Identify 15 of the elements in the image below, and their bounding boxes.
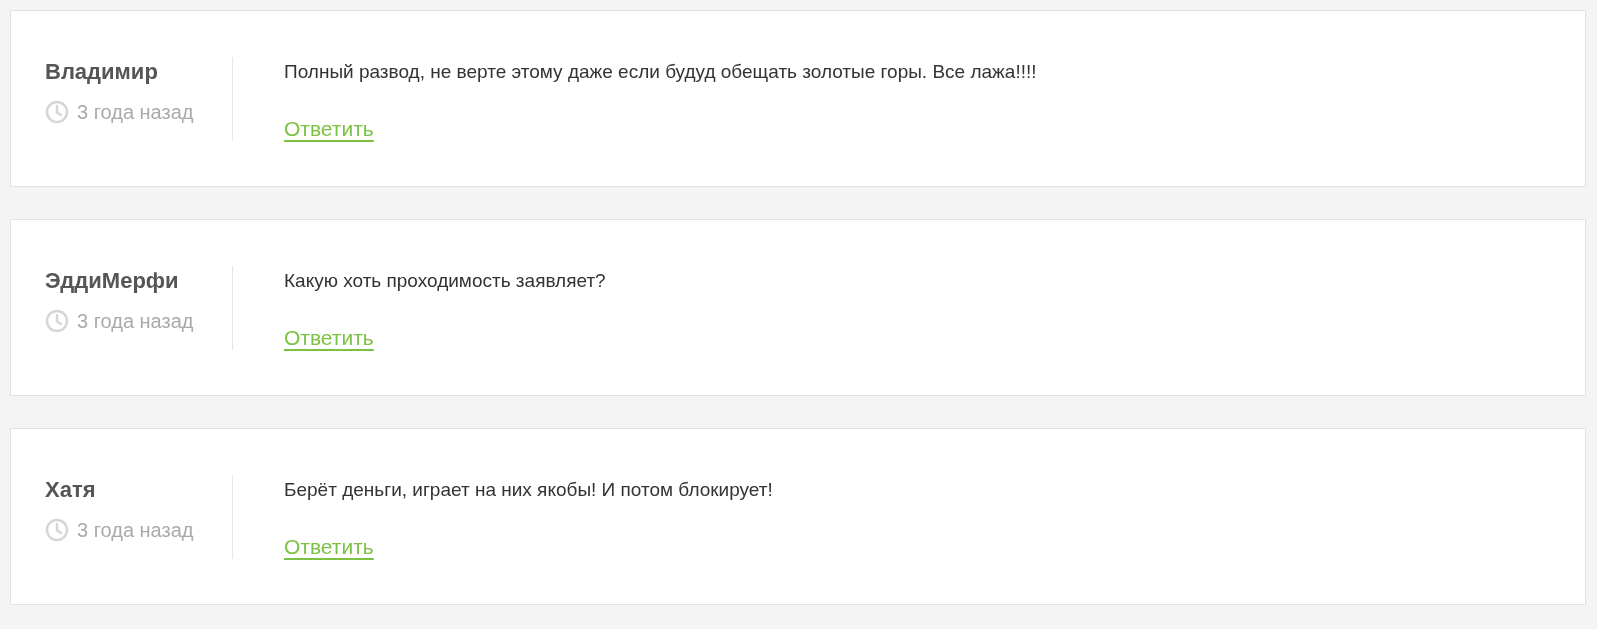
author-name: Владимир [45, 58, 159, 86]
comment-text: Какую хоть проходимость заявляет? [284, 269, 606, 293]
reply-link[interactable]: Ответить [284, 324, 374, 352]
comment-text: Полный развод, не верте этому даже если будуд обещать золотые горы. Все лажа!!!! [284, 60, 1037, 84]
comment-time: 3 года назад [77, 309, 194, 334]
comment-time: 3 года назад [77, 100, 194, 125]
comment-time: 3 года назад [77, 518, 194, 543]
reply-link[interactable]: Ответить [284, 533, 374, 561]
author-name: Хатя [45, 476, 97, 504]
reply-link[interactable]: Ответить [284, 115, 374, 143]
clock-icon [45, 518, 69, 542]
comment-text: Берёт деньги, играет на них якобы! И потом блокирует! [284, 478, 773, 502]
clock-icon [45, 100, 69, 124]
author-name: ЭддиМерфи [45, 267, 180, 295]
clock-icon [45, 309, 69, 333]
